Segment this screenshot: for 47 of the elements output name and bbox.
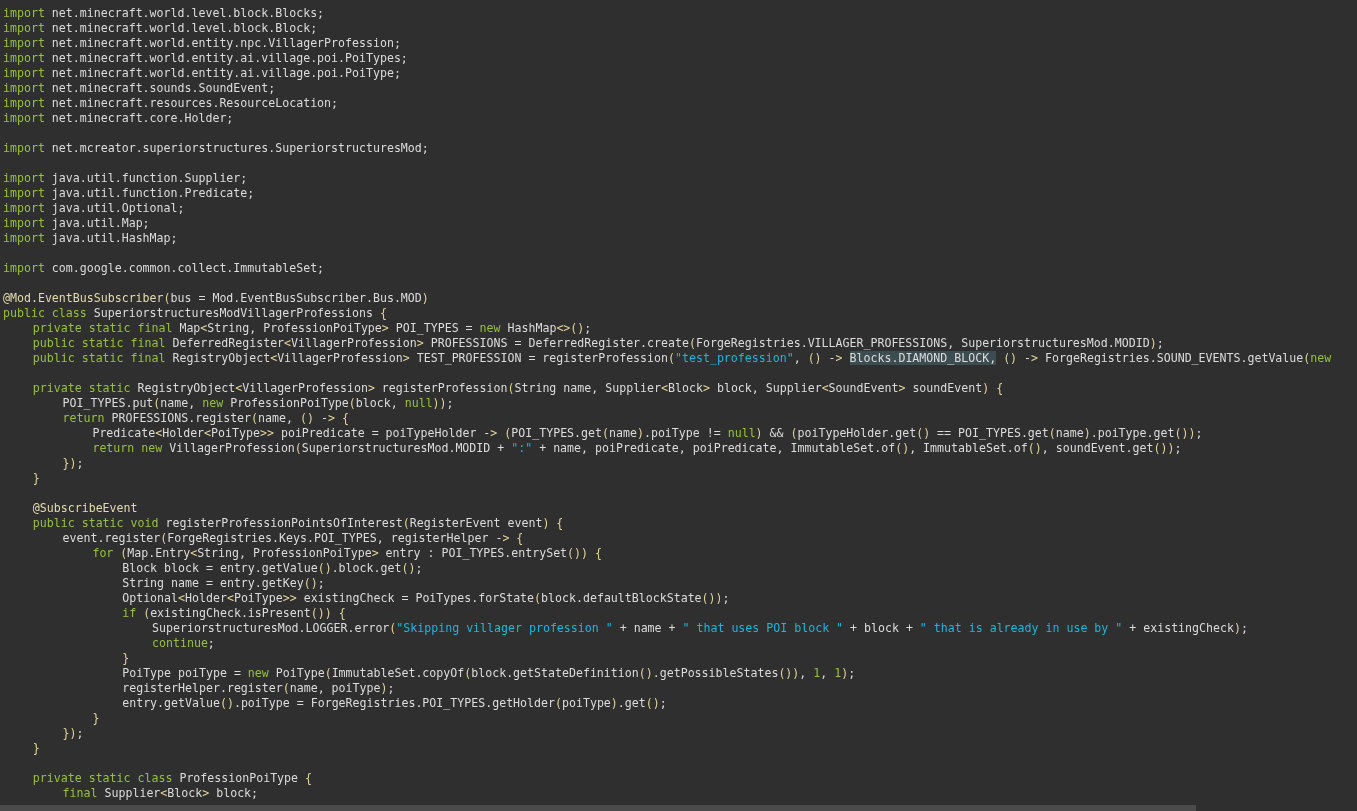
code-line: private static final Map<String, ProfessionPoiType> POI_TYPES = new HashMap<>(); bbox=[31, 321, 592, 336]
code-line: import java.util.HashMap; bbox=[3, 231, 178, 246]
horizontal-scrollbar[interactable] bbox=[0, 805, 1196, 811]
code-line: POI_TYPES.put(name, new ProfessionPoiType(block, null)); bbox=[61, 396, 454, 411]
code-line: }); bbox=[61, 456, 84, 471]
code-line: Optional<Holder<PoiType>> existingCheck = PoiTypes.forState(block.defaultBlockState()); bbox=[121, 591, 730, 606]
code-line: public static final RegistryObject<VillagerProfession> TEST_PROFESSION = registerProfession("test_profession", () -> Blocks.DIAMOND_BLOCK, () -> ForgeRegistries.SOUND_EVENTS.getValue(new bbox=[31, 351, 1332, 366]
code-line: import net.minecraft.world.level.block.Block; bbox=[3, 21, 318, 36]
code-line: } bbox=[31, 741, 40, 756]
code-line: @Mod.EventBusSubscriber(bus = Mod.EventBusSubscriber.Bus.MOD) bbox=[3, 291, 429, 306]
code-line: entry.getValue().poiType = ForgeRegistries.POI_TYPES.getHolder(poiType).get(); bbox=[121, 696, 667, 711]
code-line: } bbox=[91, 711, 100, 726]
code-line: PoiType poiType = new PoiType(ImmutableSet.copyOf(block.getStateDefinition().getPossibleStates()), 1, 1); bbox=[121, 666, 856, 681]
code-line: import net.minecraft.world.entity.ai.village.poi.PoiTypes; bbox=[3, 51, 408, 66]
code-line: import net.minecraft.sounds.SoundEvent; bbox=[3, 81, 276, 96]
code-line: registerHelper.register(name, poiType); bbox=[121, 681, 395, 696]
code-line: private static RegistryObject<VillagerProfession> registerProfession(String name, Supplier<Block> block, Supplier<SoundEvent> soundEvent) { bbox=[31, 381, 1004, 396]
code-line: final Supplier<Block> block; bbox=[61, 786, 259, 801]
code-line: for (Map.Entry<String, ProfessionPoiType> entry : POI_TYPES.entrySet()) { bbox=[91, 546, 603, 561]
code-line: }); bbox=[61, 726, 84, 741]
code-line: Block block = entry.getValue().block.get(); bbox=[121, 561, 423, 576]
code-line: Predicate<Holder<PoiType>> poiPredicate = poiTypeHolder -> (POI_TYPES.get(name).poiType != null) && (poiTypeHolder.get() == POI_TYPES.get(name).poiType.get()); bbox=[91, 426, 1203, 441]
code-line: if (existingCheck.isPresent()) { bbox=[121, 606, 346, 621]
code-line: import java.util.Map; bbox=[3, 216, 150, 231]
code-line: public class SuperiorstructuresModVillagerProfessions { bbox=[3, 306, 387, 321]
code-line: import net.minecraft.resources.ResourceLocation; bbox=[3, 96, 339, 111]
code-line: continue; bbox=[151, 636, 215, 651]
code-line: @SubscribeEvent bbox=[31, 501, 138, 516]
code-line: return new VillagerProfession(SuperiorstructuresMod.MODID + ":" + name, poiPredicate, poiPredicate, ImmutableSet.of(), ImmutableSet.of(), soundEvent.get()); bbox=[91, 441, 1182, 456]
code-line: } bbox=[121, 651, 130, 666]
code-line: import java.util.function.Predicate; bbox=[3, 186, 255, 201]
code-line: public static final DeferredRegister<VillagerProfession> PROFESSIONS = DeferredRegister.create(ForgeRegistries.VILLAGER_PROFESSIONS, SuperiorstructuresMod.MODID); bbox=[31, 336, 1164, 351]
code-line: } bbox=[31, 471, 40, 486]
code-line: import net.minecraft.world.entity.ai.village.poi.PoiType; bbox=[3, 66, 401, 81]
code-line: import java.util.function.Supplier; bbox=[3, 171, 248, 186]
code-line: SuperiorstructuresMod.LOGGER.error("Skipping villager profession " + name + " that uses POI block " + block + " that is already in use by " + existingCheck); bbox=[151, 621, 1248, 636]
code-line: private static class ProfessionPoiType { bbox=[31, 771, 313, 786]
code-line: public static void registerProfessionPointsOfInterest(RegisterEvent event) { bbox=[31, 516, 564, 531]
code-line: import com.google.common.collect.ImmutableSet; bbox=[3, 261, 325, 276]
code-line: import net.minecraft.world.entity.npc.VillagerProfession; bbox=[3, 36, 401, 51]
code-line: import net.minecraft.world.level.block.Blocks; bbox=[3, 6, 325, 21]
code-line: import net.mcreator.superiorstructures.SuperiorstructuresMod; bbox=[3, 141, 429, 156]
code-line: import net.minecraft.core.Holder; bbox=[3, 111, 234, 126]
code-line: return PROFESSIONS.register(name, () -> { bbox=[61, 411, 349, 426]
code-line: event.register(ForgeRegistries.Keys.POI_TYPES, registerHelper -> { bbox=[61, 531, 524, 546]
code-line: import java.util.Optional; bbox=[3, 201, 185, 216]
code-line: String name = entry.getKey(); bbox=[121, 576, 325, 591]
